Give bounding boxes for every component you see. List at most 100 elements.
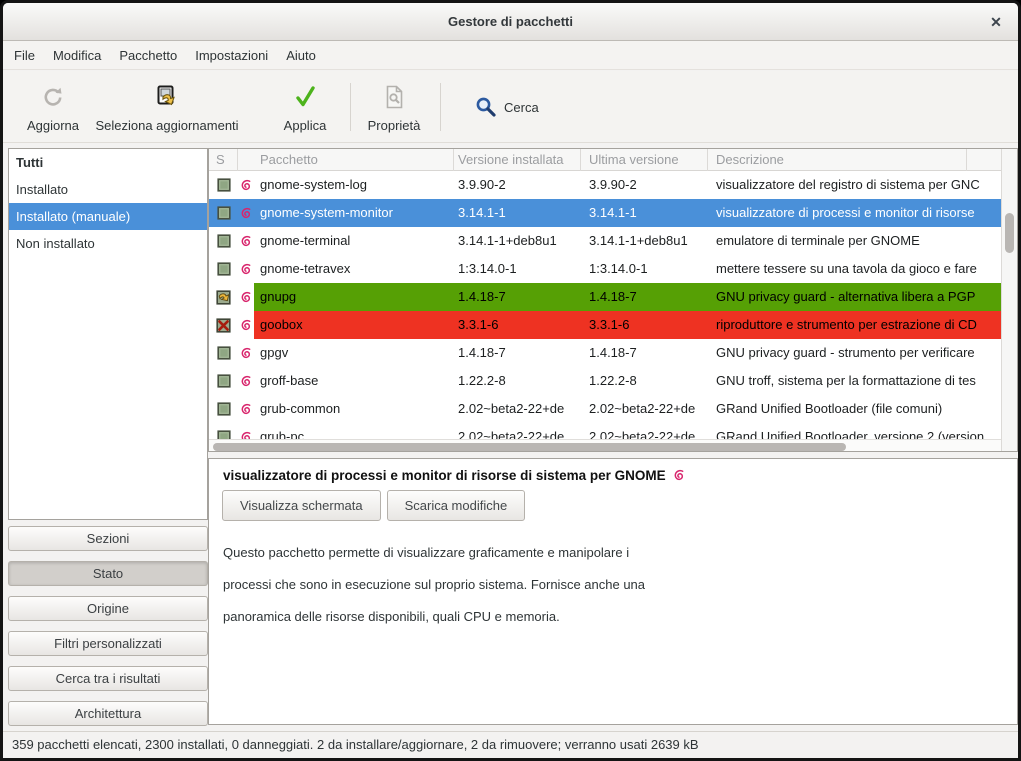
column-header-supported[interactable] <box>238 149 254 171</box>
toolbar-button-label: Seleziona aggiornamenti <box>95 118 238 133</box>
column-header-s[interactable]: S <box>209 149 238 171</box>
package-row-gnome-tetravex[interactable]: gnome-tetravex1:3.14.0-11:3.14.0-1metter… <box>209 255 1003 283</box>
installed-version: 1.4.18-7 <box>454 283 581 311</box>
latest-version: 2.02~beta2-22+de <box>581 395 708 423</box>
sidebar-button-architettura[interactable]: Architettura <box>8 701 208 726</box>
package-name: gnome-terminal <box>254 227 454 255</box>
package-row-groff-base[interactable]: groff-base1.22.2-81.22.2-8GNU troff, sis… <box>209 367 1003 395</box>
menu-impostazioni[interactable]: Impostazioni <box>186 43 277 68</box>
status-installed-icon <box>209 339 238 367</box>
installed-version: 3.9.90-2 <box>454 171 581 199</box>
status-installed-icon <box>209 395 238 423</box>
package-row-gnome-system-log[interactable]: gnome-system-log3.9.90-23.9.90-2visualiz… <box>209 171 1003 199</box>
debian-swirl-icon <box>672 468 687 483</box>
statusbar: 359 pacchetti elencati, 2300 installati,… <box>3 731 1018 758</box>
latest-version: 1.4.18-7 <box>581 339 708 367</box>
debian-swirl-icon <box>238 367 254 395</box>
horizontal-scrollbar[interactable] <box>209 439 1003 452</box>
package-row-gnome-system-monitor[interactable]: gnome-system-monitor3.14.1-13.14.1-1visu… <box>209 199 1003 227</box>
package-name: gnome-system-log <box>254 171 454 199</box>
toolbar-button-label: Proprietà <box>368 118 421 133</box>
filter-item-installato-manuale-[interactable]: Installato (manuale) <box>9 203 207 230</box>
latest-version: 3.9.90-2 <box>581 171 708 199</box>
menubar: FileModificaPacchettoImpostazioniAiuto <box>3 41 1018 70</box>
column-header-pacchetto[interactable]: Pacchetto <box>254 149 454 171</box>
debian-swirl-icon <box>238 255 254 283</box>
vertical-scrollbar-thumb[interactable] <box>1005 213 1014 253</box>
package-description: GNU privacy guard - alternativa libera a… <box>708 283 1003 311</box>
filter-item-tutti[interactable]: Tutti <box>9 149 207 176</box>
toolbar-button-applica[interactable]: Applica <box>267 77 343 137</box>
debian-swirl-icon <box>238 227 254 255</box>
status-installed-icon <box>209 255 238 283</box>
latest-version: 1.22.2-8 <box>581 367 708 395</box>
header-divider <box>966 149 967 171</box>
menu-pacchetto[interactable]: Pacchetto <box>110 43 186 68</box>
details-title-text: visualizzatore di processi e monitor di … <box>223 468 666 483</box>
package-name: gnupg <box>254 283 454 311</box>
package-row-gnome-terminal[interactable]: gnome-terminal3.14.1-1+deb8u13.14.1-1+de… <box>209 227 1003 255</box>
details-title: visualizzatore di processi e monitor di … <box>223 468 687 483</box>
sidebar-button-sezioni[interactable]: Sezioni <box>8 526 208 551</box>
toolbar: Cerca AggiornaSeleziona aggiornamenti App… <box>3 71 1018 143</box>
package-table: S PacchettoVersione installataUltima vers… <box>208 148 1018 452</box>
apply-check-icon <box>292 83 318 110</box>
toolbar-separator <box>440 83 441 131</box>
package-row-goobox[interactable]: goobox3.3.1-63.3.1-6riproduttore e strum… <box>209 311 1003 339</box>
toolbar-separator <box>350 83 351 131</box>
toolbar-button-proprietà[interactable]: Proprietà <box>356 77 432 137</box>
package-description: GNU troff, sistema per la formattazione … <box>708 367 1003 395</box>
package-row-gnupg[interactable]: gnupg1.4.18-71.4.18-7GNU privacy guard -… <box>209 283 1003 311</box>
package-row-gpgv[interactable]: gpgv1.4.18-71.4.18-7GNU privacy guard - … <box>209 339 1003 367</box>
package-description: riproduttore e strumento per estrazione … <box>708 311 1003 339</box>
visualizza-schermata-button[interactable]: Visualizza schermata <box>222 490 381 521</box>
window-title: Gestore di pacchetti <box>3 14 1018 29</box>
sidebar-button-origine[interactable]: Origine <box>8 596 208 621</box>
status-upgrade-icon <box>209 283 238 311</box>
scarica-modifiche-button[interactable]: Scarica modifiche <box>387 490 526 521</box>
column-header-ultima-versione[interactable]: Ultima versione <box>581 149 708 171</box>
search-icon <box>475 96 497 118</box>
titlebar: Gestore di pacchetti ✕ <box>3 3 1018 41</box>
search-button[interactable]: Cerca <box>465 89 549 125</box>
status-installed-icon <box>209 227 238 255</box>
installed-version: 1.22.2-8 <box>454 367 581 395</box>
package-row-grub-common[interactable]: grub-common2.02~beta2-22+de2.02~beta2-22… <box>209 395 1003 423</box>
menu-aiuto[interactable]: Aiuto <box>277 43 325 68</box>
toolbar-button-seleziona-aggiornamenti[interactable]: Seleziona aggiornamenti <box>97 77 237 137</box>
vertical-scrollbar[interactable] <box>1001 149 1017 451</box>
package-description: mettere tessere su una tavola da gioco e… <box>708 255 1003 283</box>
toolbar-button-label: Applica <box>284 118 327 133</box>
debian-swirl-icon <box>238 283 254 311</box>
package-manager-window: Gestore di pacchetti ✕ FileModificaPacch… <box>0 0 1021 761</box>
menu-modifica[interactable]: Modifica <box>44 43 110 68</box>
status-installed-icon <box>209 199 238 227</box>
installed-version: 3.14.1-1+deb8u1 <box>454 227 581 255</box>
sidebar-button-cerca-tra-i-risultati[interactable]: Cerca tra i risultati <box>8 666 208 691</box>
debian-swirl-icon <box>238 339 254 367</box>
close-icon[interactable]: ✕ <box>986 12 1006 32</box>
debian-swirl-icon <box>238 171 254 199</box>
properties-icon <box>381 83 407 110</box>
installed-version: 3.14.1-1 <box>454 199 581 227</box>
sidebar-button-filtri-personalizzati[interactable]: Filtri personalizzati <box>8 631 208 656</box>
column-header-descrizione[interactable]: Descrizione <box>708 149 1003 171</box>
package-description: GRand Unified Bootloader (file comuni) <box>708 395 1003 423</box>
toolbar-button-aggiorna[interactable]: Aggiorna <box>9 77 97 137</box>
package-name: gnome-system-monitor <box>254 199 454 227</box>
column-header-versione-installata[interactable]: Versione installata <box>454 149 581 171</box>
search-button-label: Cerca <box>504 100 539 115</box>
menu-file[interactable]: File <box>5 43 44 68</box>
details-buttons: Visualizza schermataScarica modifiche <box>222 490 525 521</box>
package-name: groff-base <box>254 367 454 395</box>
package-name: goobox <box>254 311 454 339</box>
sidebar-button-stato[interactable]: Stato <box>8 561 208 586</box>
description-line: Questo pacchetto permette di visualizzar… <box>223 537 645 569</box>
package-name: gnome-tetravex <box>254 255 454 283</box>
details-description: Questo pacchetto permette di visualizzar… <box>223 537 645 633</box>
horizontal-scrollbar-thumb[interactable] <box>213 443 846 451</box>
filter-item-non-installato[interactable]: Non installato <box>9 230 207 257</box>
package-description: visualizzatore del registro di sistema p… <box>708 171 1003 199</box>
package-description: GNU privacy guard - strumento per verifi… <box>708 339 1003 367</box>
filter-item-installato[interactable]: Installato <box>9 176 207 203</box>
